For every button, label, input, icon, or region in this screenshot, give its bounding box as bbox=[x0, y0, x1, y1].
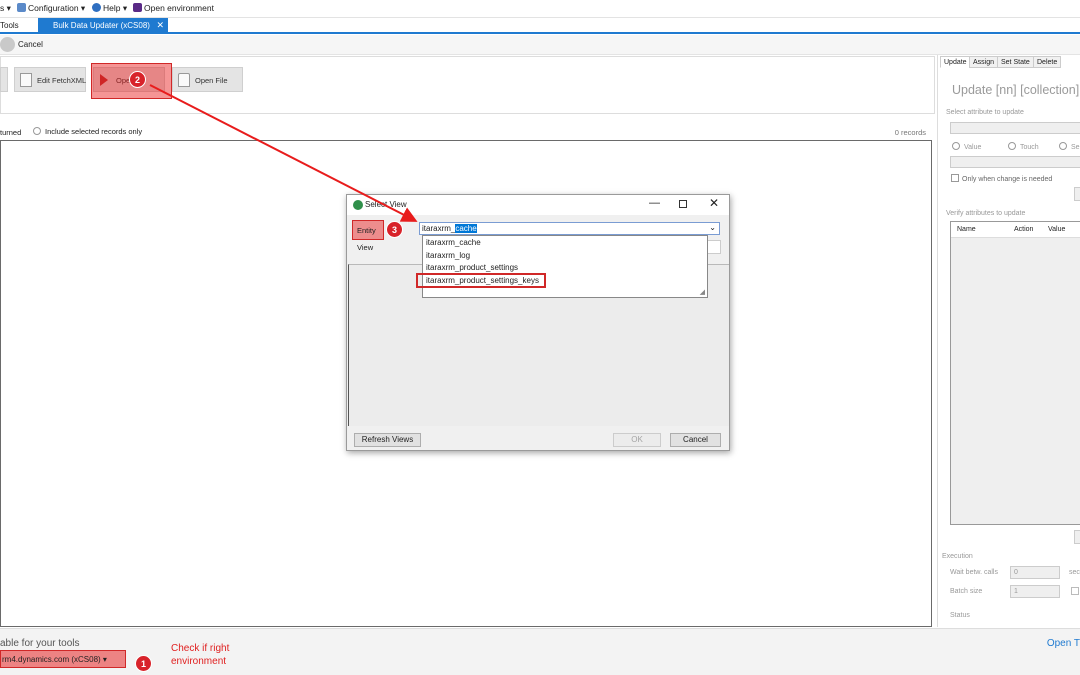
dropdown-option[interactable]: itaraxrm_product_settings bbox=[426, 263, 518, 272]
wait-calls-select[interactable]: 0 bbox=[1010, 566, 1060, 579]
bottom-bar: able for your tools Open T bbox=[0, 628, 1080, 675]
cancel-dialog-button[interactable]: Cancel bbox=[670, 433, 721, 447]
close-icon[interactable]: ✕ bbox=[709, 196, 719, 210]
action-bar bbox=[0, 35, 1080, 55]
annotation-note-line1: Check if right bbox=[171, 643, 230, 654]
entity-select[interactable]: itaraxrm_cache ⌄ bbox=[419, 222, 720, 235]
dialog-title-bar: Select View — ✕ bbox=[347, 195, 729, 215]
value-radio[interactable]: Value bbox=[952, 142, 981, 151]
tab-assign[interactable]: Assign bbox=[969, 56, 999, 68]
resize-grip-icon: ◢ bbox=[699, 289, 705, 296]
tab-bar: Tools Bulk Data Updater (xCS08) ✕ bbox=[0, 18, 1080, 34]
help-menu[interactable]: Help ▾ bbox=[92, 3, 127, 14]
include-selected-radio[interactable]: Include selected records only bbox=[33, 127, 142, 136]
cancel-icon[interactable] bbox=[0, 37, 15, 52]
tab-update[interactable]: Update bbox=[940, 56, 971, 68]
select-attribute-label: Select attribute to update bbox=[946, 109, 1024, 116]
tab-bulk-data-updater[interactable]: Bulk Data Updater (xCS08) ✕ bbox=[38, 18, 168, 34]
cancel-button[interactable]: Cancel bbox=[18, 40, 43, 49]
status-label: Status bbox=[950, 612, 970, 619]
ignore-errors-checkbox[interactable] bbox=[1071, 587, 1079, 595]
refresh-views-button[interactable]: Refresh Views bbox=[354, 433, 421, 447]
batch-size-select[interactable]: 1 bbox=[1010, 585, 1060, 598]
step-badge-3: 3 bbox=[386, 221, 403, 238]
only-when-changed-checkbox[interactable]: Only when change is needed bbox=[951, 174, 1052, 183]
entity-dropdown: itaraxrm_cache itaraxrm_log itaraxrm_pro… bbox=[422, 235, 708, 298]
menu-bar: s ▾ Configuration ▾ Help ▾ Open environm… bbox=[0, 0, 1080, 18]
tools-available-label: able for your tools bbox=[0, 638, 80, 649]
radio-icon bbox=[1008, 142, 1016, 150]
wait-unit-label: sec bbox=[1069, 569, 1080, 576]
set-null-radio[interactable]: Se bbox=[1059, 142, 1080, 151]
close-icon[interactable]: ✕ bbox=[156, 20, 164, 31]
verify-attributes-label: Verify attributes to update bbox=[946, 210, 1026, 217]
column-name: Name bbox=[957, 226, 976, 233]
ok-button[interactable]: OK bbox=[613, 433, 661, 447]
batch-size-label: Batch size bbox=[950, 588, 983, 595]
tab-set-state[interactable]: Set State bbox=[997, 56, 1034, 68]
chevron-down-icon: ⌄ bbox=[709, 223, 716, 232]
column-action: Action bbox=[1014, 226, 1034, 233]
document-icon bbox=[20, 73, 32, 87]
returned-label: turned bbox=[0, 128, 22, 137]
step-badge-1: 1 bbox=[135, 655, 152, 672]
attributes-list-header: Name Action Value bbox=[951, 222, 1080, 238]
execution-label: Execution bbox=[942, 553, 973, 560]
dialog-title: Select View bbox=[365, 200, 407, 209]
folder-icon bbox=[178, 73, 190, 87]
options-row: turned Include selected records only 0 r… bbox=[0, 122, 935, 140]
tools-menu[interactable]: s ▾ bbox=[0, 3, 11, 14]
value-input[interactable] bbox=[950, 156, 1080, 168]
view-label: View bbox=[357, 243, 374, 252]
add-attribute-button[interactable] bbox=[1074, 187, 1080, 201]
environment-icon bbox=[133, 3, 142, 12]
environment-selector[interactable]: rm4.dynamics.com (xCS08) ▾ bbox=[0, 650, 126, 668]
attribute-select[interactable] bbox=[950, 122, 1080, 134]
open-tools-link[interactable]: Open T bbox=[1047, 638, 1080, 649]
right-panel: Update Assign Set State Delete Update [n… bbox=[937, 55, 1080, 627]
highlight-target-option bbox=[416, 273, 546, 288]
column-value: Value bbox=[1048, 226, 1066, 233]
gear-icon bbox=[17, 3, 26, 12]
radio-icon bbox=[952, 142, 960, 150]
tab-delete[interactable]: Delete bbox=[1033, 56, 1062, 68]
update-heading: Update [nn] [collection] bbox=[952, 83, 1080, 97]
app-icon bbox=[353, 200, 363, 210]
partial-button[interactable] bbox=[0, 67, 8, 92]
tab-tools[interactable]: Tools bbox=[0, 21, 19, 30]
touch-radio[interactable]: Touch bbox=[1008, 142, 1039, 151]
help-icon bbox=[92, 3, 101, 12]
entity-label: Entity bbox=[352, 220, 384, 240]
remove-attribute-button[interactable] bbox=[1074, 530, 1080, 544]
minimize-icon[interactable]: — bbox=[649, 197, 660, 209]
attributes-list[interactable]: Name Action Value bbox=[950, 221, 1080, 525]
radio-icon bbox=[33, 127, 41, 135]
step-badge-2: 2 bbox=[129, 71, 146, 88]
dropdown-option[interactable]: itaraxrm_cache bbox=[426, 238, 481, 247]
edit-fetchxml-button[interactable]: Edit FetchXML bbox=[14, 67, 86, 92]
checkbox-icon bbox=[951, 174, 959, 182]
dropdown-option[interactable]: itaraxrm_log bbox=[426, 251, 470, 260]
wait-calls-label: Wait betw. calls bbox=[950, 569, 998, 576]
maximize-icon[interactable] bbox=[679, 200, 687, 208]
open-environment-button[interactable]: Open environment bbox=[133, 3, 214, 13]
radio-icon bbox=[1059, 142, 1067, 150]
configuration-menu[interactable]: Configuration ▾ bbox=[17, 3, 85, 14]
tab-label: Bulk Data Updater (xCS08) bbox=[53, 21, 150, 30]
open-file-button[interactable]: Open File bbox=[172, 67, 243, 92]
records-count: 0 records bbox=[894, 128, 926, 137]
annotation-note-line2: environment bbox=[171, 656, 227, 667]
